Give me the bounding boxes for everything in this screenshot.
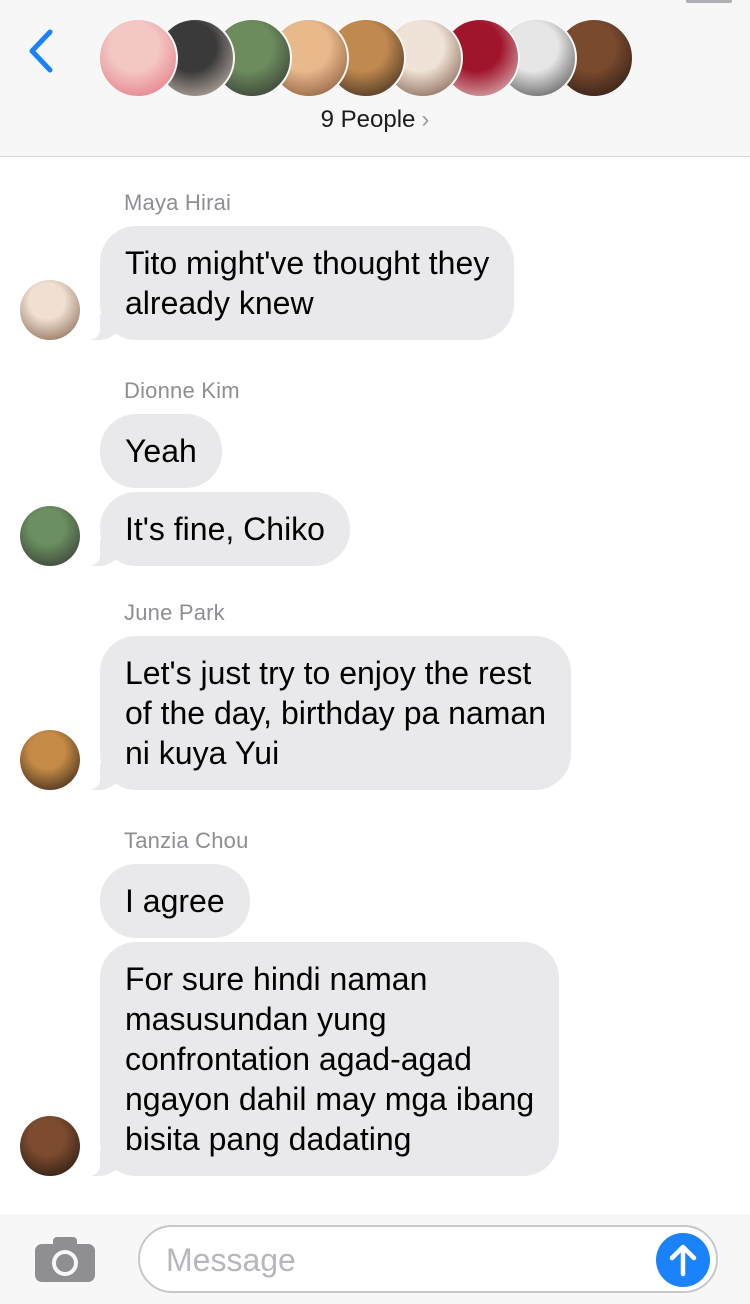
chevron-right-icon: ›: [421, 106, 430, 133]
sender-name: Tanzia Chou: [124, 828, 249, 853]
message-text-line: I agree: [125, 883, 225, 919]
message-field[interactable]: [138, 1225, 718, 1293]
message-text-line: For sure hindi naman: [125, 961, 428, 997]
compose-bar: [0, 1214, 750, 1304]
message-text-line: Tito might've thought they: [125, 245, 490, 281]
message-text-line: Yeah: [125, 433, 197, 469]
camera-button[interactable]: [33, 1234, 97, 1284]
sender-name: Dionne Kim: [124, 378, 240, 403]
message-text-line: confrontation agad-agad: [125, 1041, 472, 1077]
send-button[interactable]: [656, 1233, 710, 1287]
message-text-line: masusundan yung: [125, 1001, 387, 1037]
group-details-link[interactable]: 9 People ›: [0, 106, 750, 134]
arrow-up-icon: [669, 1244, 697, 1277]
message-text-line: ngayon dahil may mga ibang: [125, 1081, 535, 1117]
sender-avatar[interactable]: [20, 1116, 80, 1176]
sender-name: June Park: [124, 600, 225, 625]
message-bubble[interactable]: Tito might've thought they already knew: [77, 226, 515, 340]
sender-avatar[interactable]: [20, 506, 80, 566]
message-text-line: of the day, birthday pa naman: [125, 695, 547, 731]
message-text-line: ni kuya Yui: [125, 735, 280, 771]
message-text-line: Let's just try to enjoy the rest: [125, 655, 532, 691]
sender-avatar[interactable]: [20, 730, 80, 790]
message-text-line: bisita pang dadating: [125, 1121, 412, 1157]
sender-name: Maya Hirai: [124, 190, 232, 215]
message-bubble[interactable]: I agree: [100, 864, 250, 938]
people-count-label: 9 People: [320, 106, 416, 133]
message-input[interactable]: [166, 1241, 646, 1279]
message-bubble[interactable]: It's fine, Chiko: [78, 492, 350, 566]
back-button[interactable]: [20, 26, 60, 76]
message-text-line: already knew: [125, 285, 314, 321]
message-bubble[interactable]: Let's just try to enjoy the rest of the d…: [77, 636, 572, 790]
camera-icon: [35, 1237, 95, 1282]
message-bubble[interactable]: Yeah: [100, 414, 222, 488]
chevron-left-icon: [29, 29, 53, 73]
sender-avatar[interactable]: [20, 280, 80, 340]
avatar-1: [98, 18, 178, 98]
group-avatars[interactable]: [98, 18, 658, 98]
status-indicator: [686, 0, 732, 3]
message-text-line: It's fine, Chiko: [125, 511, 325, 547]
conversation-header: 9 People ›: [0, 0, 750, 157]
message-bubble[interactable]: For sure hindi naman masusundan yung confr…: [77, 942, 560, 1176]
